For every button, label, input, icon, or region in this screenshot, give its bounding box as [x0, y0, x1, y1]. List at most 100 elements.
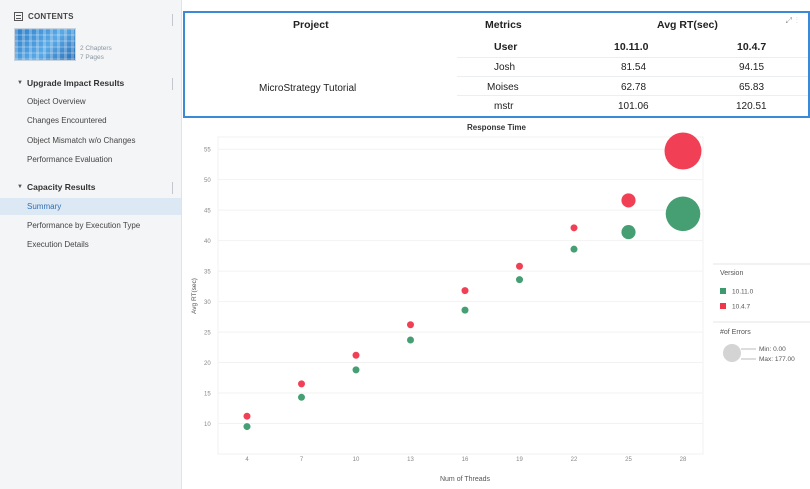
y-tick-label: 35 [204, 270, 211, 276]
caret-down-icon: ▼ [17, 80, 23, 86]
y-tick-label: 40 [204, 239, 211, 245]
y-tick-label: 25 [204, 331, 211, 337]
x-axis-label: Num of Threads [440, 476, 491, 483]
legend-label: 10.4.7 [732, 304, 750, 311]
y-axis-label: Avg RT(sec) [191, 278, 198, 314]
nav-item-summary[interactable]: Summary [0, 198, 181, 215]
nav-item-performance-evaluation[interactable]: Performance Evaluation [0, 151, 181, 168]
data-point [407, 336, 414, 344]
x-tick-label: 4 [245, 457, 249, 463]
x-tick-label: 7 [300, 457, 304, 463]
contents-label: CONTENTS [28, 12, 74, 21]
x-tick-label: 16 [462, 457, 469, 463]
value-cell: 120.51 [736, 101, 767, 112]
nav-item-performance-by-execution-type[interactable]: Performance by Execution Type [0, 217, 181, 234]
maximize-icon[interactable]: ⤢ [786, 16, 796, 25]
y-tick-label: 20 [204, 361, 211, 367]
legend-size-circle [723, 344, 741, 362]
data-point [407, 321, 414, 329]
avg-rt-grid-panel[interactable]: ⤢⋮ Project Metrics Avg RT(sec) User 10.1… [183, 11, 810, 118]
x-tick-label: 19 [516, 457, 523, 463]
data-point [665, 196, 701, 232]
data-point [461, 306, 469, 314]
nav-item-object-mismatch[interactable]: Object Mismatch w/o Changes [0, 132, 181, 149]
panel-tools: ⤢⋮ [786, 16, 802, 26]
header-avg-rt[interactable]: Avg RT(sec) [657, 19, 718, 31]
nav-item-label: Execution Details [27, 240, 89, 249]
data-point [298, 393, 305, 401]
contents-icon [14, 12, 23, 21]
section-handle[interactable] [172, 182, 173, 194]
header-user[interactable]: User [494, 41, 517, 53]
data-point [570, 245, 578, 253]
contents-header[interactable]: CONTENTS [14, 12, 74, 21]
nav-item-changes-encountered[interactable]: Changes Encountered [0, 112, 181, 129]
nav-item-label: Performance Evaluation [27, 155, 113, 164]
y-tick-label: 45 [204, 209, 211, 215]
data-point [516, 276, 523, 284]
more-options-icon[interactable]: ⋮ [796, 16, 802, 25]
nav-item-label: Object Mismatch w/o Changes [27, 136, 136, 145]
document-thumbnail[interactable] [14, 28, 76, 61]
header-project[interactable]: Project [293, 19, 329, 31]
legend-size-max: Max: 177.00 [759, 356, 795, 363]
data-point [621, 225, 636, 240]
section-handle[interactable] [172, 78, 173, 90]
data-point [664, 132, 702, 170]
chapters-count: 2 Chapters [80, 45, 112, 52]
legend-swatch [720, 303, 726, 309]
legend-size-title: #of Errors [720, 329, 751, 336]
section-title: Upgrade Impact Results [26, 78, 125, 88]
nav-item-label: Object Overview [27, 97, 86, 106]
value-cell: 62.78 [621, 82, 647, 93]
header-metrics[interactable]: Metrics [485, 19, 522, 31]
plot-area [217, 136, 704, 455]
value-cell: 94.15 [739, 62, 765, 73]
section-title: Capacity Results [26, 182, 96, 192]
y-tick-label: 50 [204, 178, 211, 184]
y-tick-label: 10 [204, 422, 211, 428]
nav-item-label: Summary [27, 202, 62, 211]
nav-item-execution-details[interactable]: Execution Details [0, 236, 181, 253]
thumbnail-meta: 2 Chapters 7 Pages [80, 44, 112, 62]
x-tick-label: 13 [407, 457, 414, 463]
section-capacity-results[interactable]: ▼ Capacity Results [17, 182, 95, 192]
nav-item-label: Performance by Execution Type [27, 221, 141, 230]
header-version-10-11-0[interactable]: 10.11.0 [614, 41, 648, 53]
nav-item-object-overview[interactable]: Object Overview [0, 93, 181, 110]
response-time-chart[interactable]: 10 15 20 25 30 35 40 45 50 55 4 7 10 13 16 19 22 25 28 Num … [183, 119, 810, 489]
header-version-10-4-7[interactable]: 10.4.7 [737, 41, 766, 53]
sidebar-resize-handle[interactable] [172, 14, 173, 26]
project-name-cell: MicroStrategy Tutorial [259, 83, 357, 94]
sidebar: CONTENTS 2 Chapters 7 Pages ▼ Upgrade Im… [0, 0, 182, 489]
x-tick-label: 28 [680, 457, 687, 463]
data-point [352, 366, 360, 374]
section-upgrade-impact[interactable]: ▼ Upgrade Impact Results [17, 78, 124, 88]
y-tick-label: 15 [204, 392, 211, 398]
legend-label: 10.11.0 [732, 289, 754, 296]
data-point [243, 423, 251, 431]
user-cell: mstr [494, 101, 514, 112]
row-divider [457, 57, 808, 58]
x-tick-label: 25 [625, 457, 632, 463]
y-tick-label: 30 [204, 300, 211, 306]
row-divider [457, 95, 808, 96]
response-time-chart-panel[interactable]: Response Time 10 15 20 25 30 35 40 45 50 55 4 7 10 13… [183, 119, 810, 489]
data-point [243, 412, 251, 420]
x-tick-label: 22 [571, 457, 578, 463]
data-point [298, 380, 305, 388]
pages-count: 7 Pages [80, 54, 104, 61]
data-point [461, 287, 469, 295]
data-point [516, 262, 523, 270]
y-tick-label: 55 [204, 148, 211, 154]
data-point [570, 224, 578, 232]
caret-down-icon: ▼ [17, 184, 23, 190]
value-cell: 81.54 [621, 62, 647, 73]
value-cell: 101.06 [618, 101, 649, 112]
legend-version-title: Version [720, 270, 743, 277]
user-cell: Moises [487, 82, 519, 93]
row-divider [457, 76, 808, 77]
legend-size-min: Min: 0.00 [759, 346, 786, 353]
x-tick-label: 10 [353, 457, 360, 463]
user-cell: Josh [494, 62, 516, 73]
